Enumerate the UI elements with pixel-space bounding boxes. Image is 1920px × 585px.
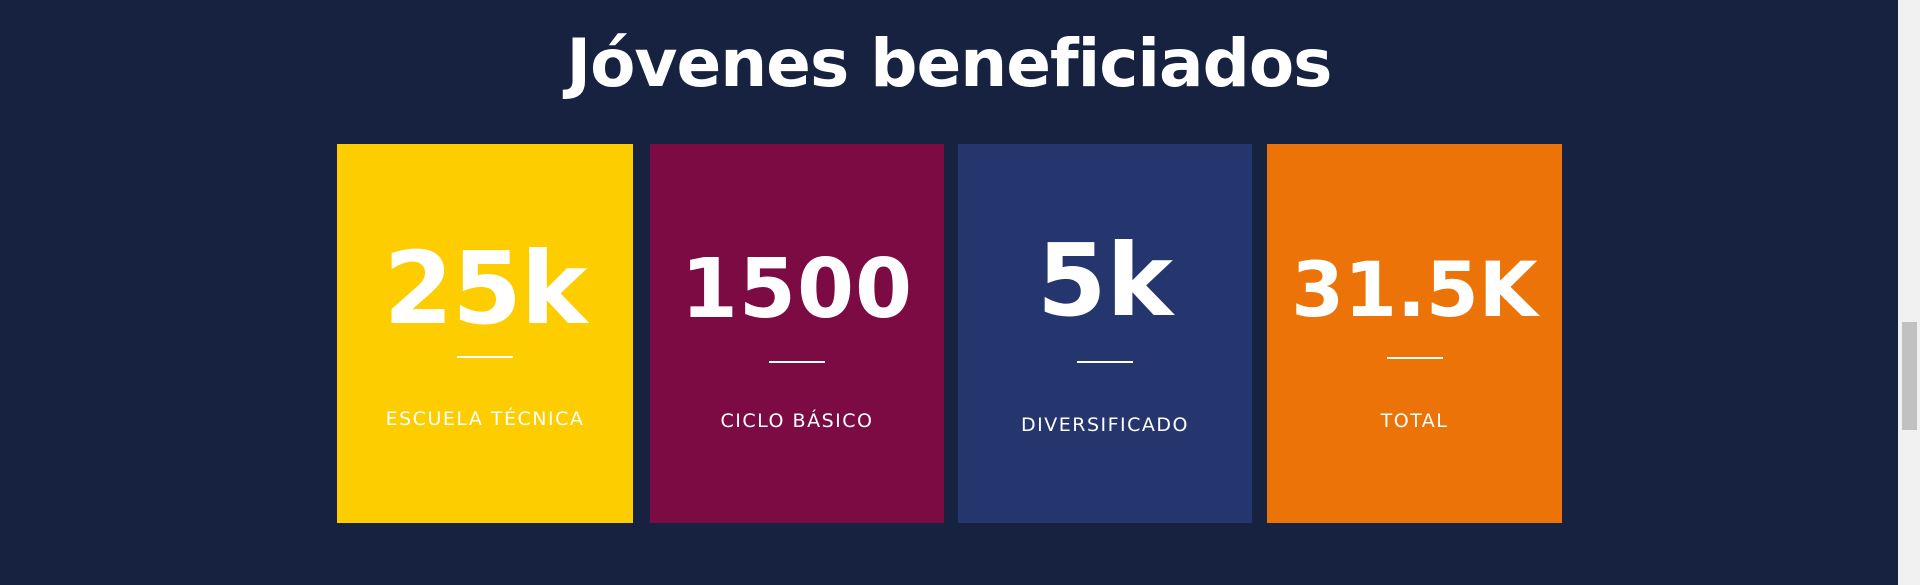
stat-card-escuela-tecnica: 25k ESCUELA TÉCNICA (337, 144, 633, 523)
stat-label: TOTAL (1380, 410, 1449, 432)
stat-card-ciclo-basico: 1500 CICLO BÁSICO (650, 144, 944, 523)
stat-divider (1386, 357, 1443, 359)
stat-card-total: 31.5K TOTAL (1267, 144, 1562, 523)
stat-value: 31.5K (1291, 245, 1538, 334)
section-title: Jóvenes beneficiados (566, 25, 1333, 102)
stat-label: CICLO BÁSICO (720, 410, 874, 432)
stat-card-diversificado: 5k DIVERSIFICADO (958, 144, 1252, 523)
scrollbar-thumb[interactable] (1902, 322, 1917, 430)
stat-value: 1500 (680, 242, 914, 337)
stat-divider (457, 356, 513, 358)
stat-value: 5k (1036, 222, 1174, 339)
stat-divider (1077, 361, 1133, 363)
stat-label: ESCUELA TÉCNICA (385, 408, 585, 430)
beneficiaries-section: Jóvenes beneficiados 25k ESCUELA TÉCNICA… (0, 0, 1898, 585)
scrollbar-track[interactable] (1898, 0, 1920, 585)
stat-divider (769, 361, 825, 363)
stat-label: DIVERSIFICADO (1021, 414, 1189, 436)
stat-value: 25k (383, 230, 588, 347)
page: Jóvenes beneficiados 25k ESCUELA TÉCNICA… (0, 0, 1920, 585)
stats-cards: 25k ESCUELA TÉCNICA 1500 CICLO BÁSICO 5k… (337, 144, 1562, 523)
